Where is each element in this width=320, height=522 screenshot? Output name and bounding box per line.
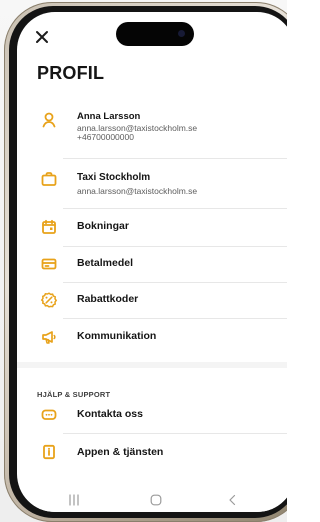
divider-profile [63,158,287,159]
camera-dot [178,30,185,37]
back-icon[interactable] [220,491,244,509]
company-name: Taxi Stockholm [77,172,151,183]
info-icon [39,442,59,462]
app-service-label: Appen & tjänsten [77,446,164,458]
briefcase-icon [39,169,59,189]
payment-methods-item[interactable]: Betalmedel [17,254,287,284]
phone-screen: PROFIL Anna Larsson anna.larsson@taxisto… [17,12,287,512]
company-item[interactable]: Taxi Stockholm anna.larsson@taxistockhol… [17,170,287,208]
user-icon [39,110,59,130]
profile-phone: +46700000000 [77,132,134,142]
divider-contact [63,433,287,434]
communication-label: Kommunikation [77,330,157,342]
divider-discount-codes [63,318,287,319]
discount-codes-label: Rabattkoder [77,293,139,305]
divider-payment-methods [63,282,287,283]
app-service-item[interactable]: Appen & tjänsten [17,442,287,472]
chat-icon [39,405,59,425]
divider-company [63,208,287,209]
recent-apps-icon[interactable] [62,491,86,509]
profile-screenshot: PROFIL Anna Larsson anna.larsson@taxisto… [0,0,287,522]
discount-icon [39,290,59,310]
contact-label: Kontakta oss [77,408,143,420]
megaphone-icon [39,327,59,347]
close-icon[interactable] [33,28,51,46]
communication-item[interactable]: Kommunikation [17,326,287,358]
dynamic-island [116,22,194,46]
company-email: anna.larsson@taxistockholm.se [77,186,198,196]
bookings-item[interactable]: Bokningar [17,218,287,248]
help-section-title: HJÄLP & SUPPORT [37,390,111,399]
section-divider [17,362,287,368]
page-title: PROFIL [37,63,105,83]
divider-bookings [63,246,287,247]
android-nav-bar [17,487,287,512]
discount-codes-item[interactable]: Rabattkoder [17,288,287,318]
contact-item[interactable]: Kontakta oss [17,405,287,435]
profile-user-item[interactable]: Anna Larsson anna.larsson@taxistockholm.… [17,108,287,156]
profile-name: Anna Larsson [77,111,141,122]
credit-card-icon [39,254,59,274]
payment-methods-label: Betalmedel [77,257,134,269]
bookings-label: Bokningar [77,220,129,232]
calendar-icon [39,217,59,237]
home-icon[interactable] [144,491,168,509]
